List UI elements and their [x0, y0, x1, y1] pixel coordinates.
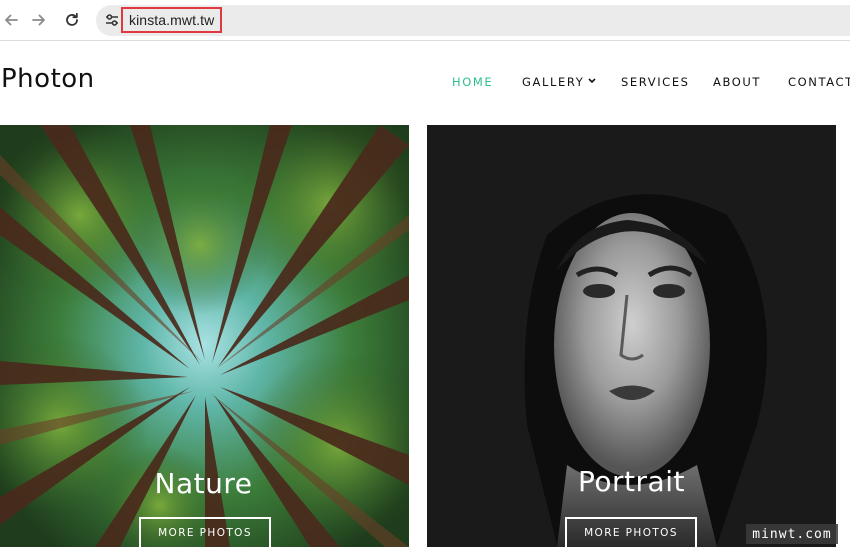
gallery-tile-nature[interactable]: Nature MORE PHOTOS: [0, 125, 409, 547]
gallery-tile-portrait[interactable]: Portrait MORE PHOTOS: [427, 125, 836, 547]
main-navigation: HOME GALLERY SERVICES ABOUT CONTACT: [0, 75, 850, 91]
nav-item-home[interactable]: HOME: [452, 75, 493, 89]
reload-icon: [66, 12, 78, 26]
chevron-down-icon: [588, 78, 596, 84]
browser-toolbar: kinsta.mwt.tw: [0, 0, 850, 41]
nav-item-gallery-label: GALLERY: [522, 75, 585, 89]
reload-button[interactable]: [61, 9, 83, 31]
url-text: kinsta.mwt.tw: [129, 12, 215, 28]
nature-title: Nature: [154, 467, 253, 500]
nav-item-contact[interactable]: CONTACT: [788, 75, 850, 89]
arrow-right-icon: [32, 14, 45, 26]
nav-item-services[interactable]: SERVICES: [621, 75, 690, 89]
tune-icon: [106, 14, 118, 26]
nav-item-gallery[interactable]: GALLERY: [522, 75, 596, 89]
address-bar[interactable]: kinsta.mwt.tw: [96, 5, 850, 36]
forward-button[interactable]: [28, 9, 50, 31]
site-info-button[interactable]: [102, 10, 122, 30]
nav-item-about[interactable]: ABOUT: [713, 75, 761, 89]
watermark: minwt.com: [746, 524, 838, 544]
url-highlight-box[interactable]: kinsta.mwt.tw: [121, 7, 223, 33]
nature-more-photos-button[interactable]: MORE PHOTOS: [139, 517, 271, 547]
arrow-left-icon: [5, 14, 18, 26]
portrait-title: Portrait: [578, 465, 685, 498]
back-button[interactable]: [0, 9, 22, 31]
portrait-more-photos-button[interactable]: MORE PHOTOS: [565, 517, 697, 547]
